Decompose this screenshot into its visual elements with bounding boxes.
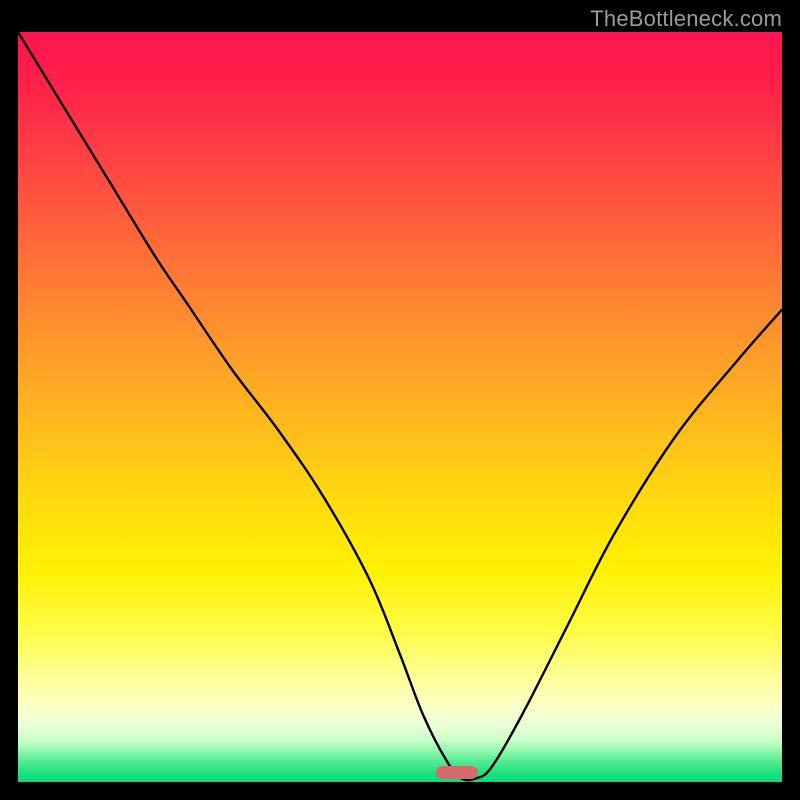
curve-path <box>18 32 782 780</box>
minimum-marker <box>436 766 478 779</box>
watermark-text: TheBottleneck.com <box>590 6 782 32</box>
bottleneck-curve <box>18 32 782 782</box>
plot-area <box>18 32 782 782</box>
chart-frame: TheBottleneck.com <box>0 0 800 800</box>
